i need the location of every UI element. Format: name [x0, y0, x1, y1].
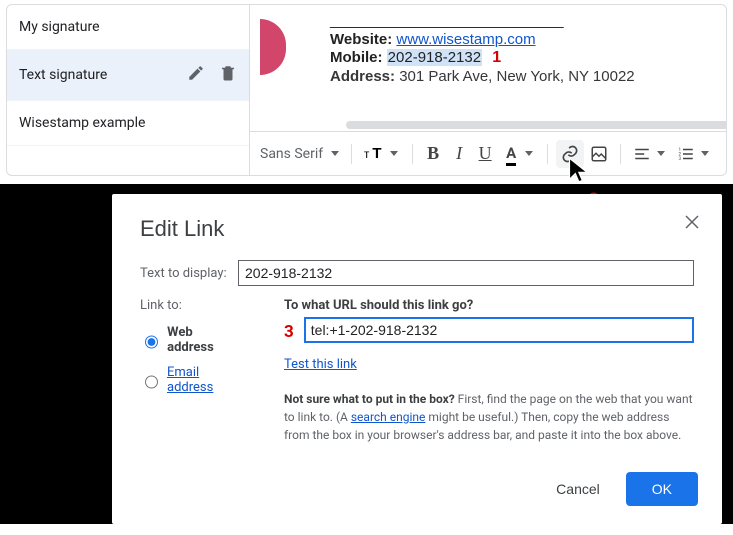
separator	[620, 144, 621, 164]
sidebar-item-label: My signature	[19, 19, 100, 35]
chevron-down-icon	[657, 151, 665, 156]
address-value: 301 Park Ave, New York, NY 10022	[399, 68, 634, 85]
bold-button[interactable]: B	[421, 140, 445, 168]
sidebar-item-wisestamp-example[interactable]: Wisestamp example	[7, 101, 249, 146]
signature-editor: ____________________________ Website: ww…	[250, 5, 726, 175]
signature-list: My signature Text signature Wisestamp ex…	[7, 5, 250, 175]
align-button[interactable]	[629, 140, 655, 168]
sidebar-item-label: Wisestamp example	[19, 115, 145, 131]
annotation-3: 3	[284, 322, 294, 342]
help-text: Not sure what to put in the box? First, …	[284, 390, 694, 444]
font-family-picker[interactable]: Sans Serif	[260, 146, 339, 162]
email-address-radio[interactable]	[145, 375, 158, 389]
formatting-toolbar: Sans Serif тT B I U A	[250, 131, 726, 175]
address-key: Address:	[330, 68, 395, 85]
separator	[547, 144, 548, 164]
chevron-down-icon	[390, 151, 398, 156]
web-address-label: Web address	[167, 325, 238, 355]
underline-button[interactable]: U	[473, 140, 497, 168]
text-color-button[interactable]: A	[499, 140, 523, 168]
svg-text:3: 3	[679, 156, 682, 162]
mobile-key: Mobile:	[330, 49, 383, 66]
scrollbar-horizontal[interactable]	[346, 121, 726, 129]
url-input[interactable]	[304, 317, 694, 343]
font-size-button[interactable]: тT	[360, 140, 388, 168]
chevron-down-icon	[701, 151, 709, 156]
chevron-down-icon	[331, 151, 339, 156]
trash-icon[interactable]	[219, 64, 237, 86]
link-to-label: Link to:	[140, 298, 238, 313]
sidebar-item-my-signature[interactable]: My signature	[7, 5, 249, 50]
email-address-label[interactable]: Email address	[167, 365, 238, 395]
sidebar-item-text-signature[interactable]: Text signature	[7, 50, 249, 101]
signature-settings-panel: My signature Text signature Wisestamp ex…	[6, 4, 727, 176]
edit-link-dialog: Edit Link Text to display: Link to: Web …	[112, 194, 722, 524]
font-family-label: Sans Serif	[260, 146, 323, 162]
cursor-pointer-annotation	[566, 156, 594, 184]
website-link[interactable]: www.wisestamp.com	[396, 31, 535, 48]
chevron-down-icon	[525, 151, 533, 156]
website-key: Website:	[330, 31, 392, 48]
avatar	[260, 19, 286, 75]
signature-content[interactable]: ____________________________ Website: ww…	[250, 5, 726, 131]
ok-button[interactable]: OK	[626, 472, 698, 506]
italic-button[interactable]: I	[447, 140, 471, 168]
svg-text:т: т	[364, 148, 370, 161]
text-to-display-input[interactable]	[238, 260, 694, 286]
dialog-title: Edit Link	[140, 216, 694, 242]
help-bold: Not sure what to put in the box?	[284, 392, 455, 406]
url-prompt: To what URL should this link go?	[284, 298, 694, 313]
search-engine-link[interactable]: search engine	[351, 410, 426, 424]
pencil-icon[interactable]	[187, 64, 205, 86]
separator	[351, 144, 352, 164]
signature-rule: ____________________________	[330, 12, 635, 29]
separator	[412, 144, 413, 164]
web-address-radio[interactable]	[145, 335, 158, 349]
text-to-display-label: Text to display:	[140, 266, 238, 281]
cancel-button[interactable]: Cancel	[540, 473, 616, 505]
sidebar-item-label: Text signature	[19, 67, 107, 83]
svg-text:T: T	[372, 145, 381, 162]
list-button[interactable]: 123	[673, 140, 699, 168]
close-icon[interactable]	[680, 210, 704, 234]
test-this-link[interactable]: Test this link	[284, 357, 357, 372]
annotation-1: 1	[492, 49, 501, 66]
mobile-value-selected[interactable]: 202-918-2132	[387, 49, 482, 66]
